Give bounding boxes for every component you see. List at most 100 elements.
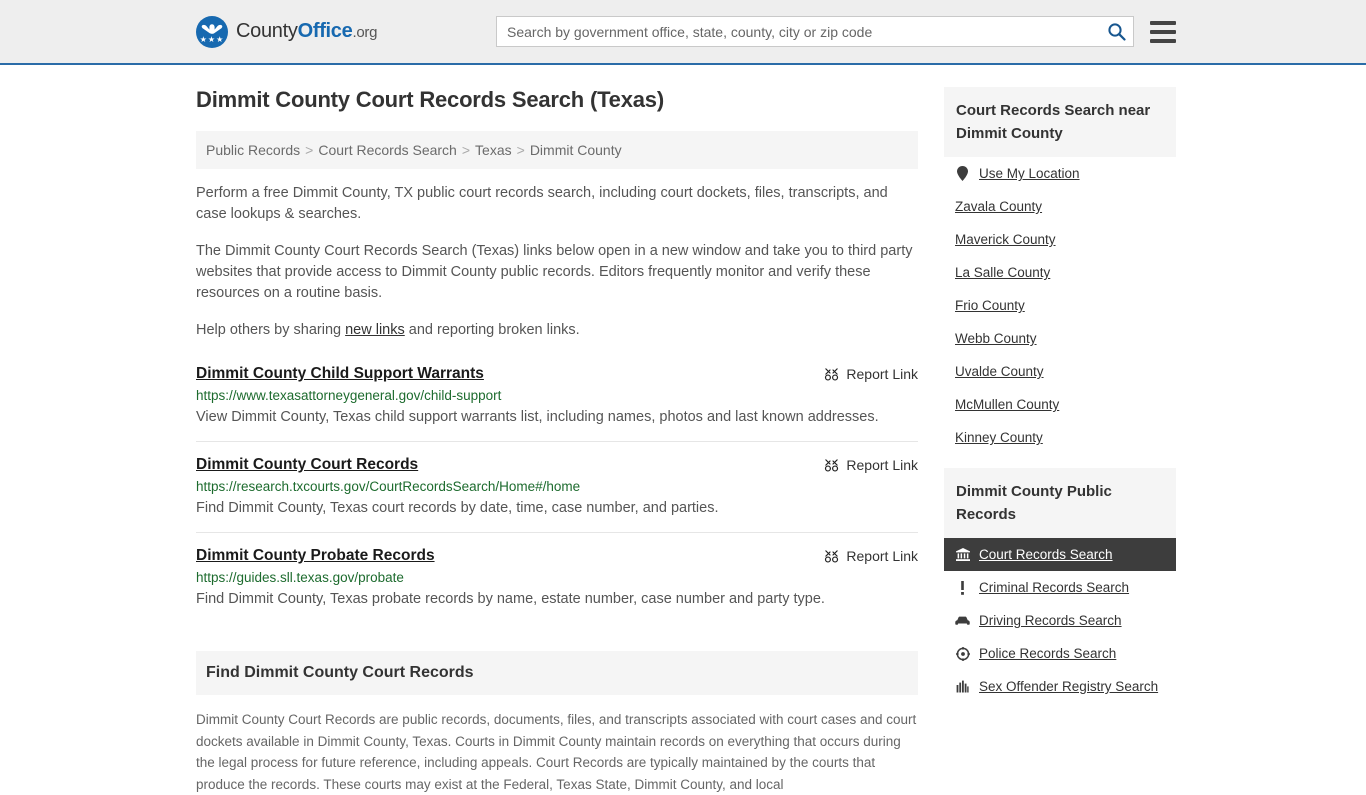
nearby-panel: Court Records Search near Dimmit County … [944, 87, 1176, 454]
broken-link-icon [825, 367, 839, 381]
result-header: Dimmit County Child Support Warrants Rep… [196, 365, 918, 383]
sidebar-item-label[interactable]: Use My Location [979, 166, 1080, 181]
sidebar: Court Records Search near Dimmit County … [944, 87, 1176, 795]
search-button[interactable] [1099, 17, 1133, 46]
sidebar-item-use-my-location[interactable]: Use My Location [944, 157, 1176, 190]
sidebar-item-label[interactable]: Maverick County [955, 232, 1056, 247]
search-input[interactable] [497, 17, 1099, 46]
sidebar-item-label[interactable]: La Salle County [955, 265, 1050, 280]
result-title-link[interactable]: Dimmit County Probate Records [196, 547, 435, 565]
result-title-link[interactable]: Dimmit County Court Records [196, 456, 418, 474]
breadcrumb-separator-2: > [516, 142, 525, 158]
sidebar-item-frio-county[interactable]: Frio County [944, 289, 1176, 322]
sidebar-item-label[interactable]: Kinney County [955, 430, 1043, 445]
result-item: Dimmit County Court Records Report Link … [196, 441, 918, 532]
result-url: https://research.txcourts.gov/CourtRecor… [196, 479, 581, 494]
logo-word-county: County [236, 20, 298, 42]
sidebar-item-label[interactable]: Uvalde County [955, 364, 1044, 379]
logo-wordmark: CountyOffice.org [236, 20, 377, 43]
breadcrumb-separator-0: > [305, 142, 314, 158]
sidebar-item-court-records-search[interactable]: Court Records Search [944, 538, 1176, 571]
sidebar-item-la-salle-county[interactable]: La Salle County [944, 256, 1176, 289]
main-content: Dimmit County Court Records Search (Texa… [196, 87, 918, 795]
intro-text: Perform a free Dimmit County, TX public … [196, 183, 918, 341]
hamburger-bar-2 [1150, 29, 1176, 34]
result-url: https://guides.sll.texas.gov/probate [196, 570, 404, 585]
public-records-panel: Dimmit County Public Records Court Recor… [944, 468, 1176, 703]
page-title: Dimmit County Court Records Search (Texa… [196, 87, 664, 112]
car-icon [955, 613, 970, 628]
nearby-county-list: Use My Location Zavala County Maverick C… [944, 157, 1176, 454]
stars-glyph: ★★★ [199, 34, 225, 44]
logo-suffix: .org [352, 24, 378, 41]
intro-p3-before: Help others by sharing [196, 322, 346, 338]
report-link-button[interactable]: Report Link [824, 547, 918, 564]
sidebar-item-label[interactable]: Webb County [955, 331, 1037, 346]
site-header: ★★★ CountyOffice.org [0, 0, 1366, 65]
intro-paragraph-3: Help others by sharing new links and rep… [196, 320, 918, 341]
breadcrumb-separator-1: > [461, 142, 471, 158]
courthouse-icon [955, 547, 970, 562]
public-records-panel-heading: Dimmit County Public Records [944, 468, 1176, 538]
eagle-glyph [201, 23, 223, 34]
sidebar-item-sex-offender-registry-search[interactable]: Sex Offender Registry Search [944, 670, 1176, 703]
result-header: Dimmit County Court Records Report Link [196, 456, 918, 474]
hamburger-menu-icon[interactable] [1150, 20, 1176, 43]
search-bar[interactable] [496, 16, 1134, 47]
sidebar-item-maverick-county[interactable]: Maverick County [944, 223, 1176, 256]
sidebar-item-label[interactable]: Zavala County [955, 199, 1042, 214]
hamburger-bar-3 [1150, 38, 1176, 43]
result-item: Dimmit County Child Support Warrants Rep… [196, 357, 918, 441]
sidebar-item-zavala-county[interactable]: Zavala County [944, 190, 1176, 223]
report-link-label: Report Link [846, 366, 918, 382]
logo-word-office: Office [297, 20, 353, 42]
sidebar-item-label[interactable]: Sex Offender Registry Search [979, 679, 1158, 694]
sidebar-item-label[interactable]: Court Records Search [979, 547, 1113, 562]
result-description: Find Dimmit County, Texas court records … [196, 500, 719, 516]
sidebar-item-police-records-search[interactable]: Police Records Search [944, 637, 1176, 670]
sidebar-item-driving-records-search[interactable]: Driving Records Search [944, 604, 1176, 637]
result-title-link[interactable]: Dimmit County Child Support Warrants [196, 365, 484, 383]
page-container: Dimmit County Court Records Search (Texa… [0, 65, 1366, 795]
report-link-button[interactable]: Report Link [824, 365, 918, 382]
police-badge-icon [955, 646, 970, 661]
result-url: https://www.texasattorneygeneral.gov/chi… [196, 388, 502, 403]
site-logo[interactable]: ★★★ CountyOffice.org [196, 15, 377, 48]
breadcrumb-item-0[interactable]: Public Records [206, 142, 300, 158]
sidebar-item-webb-county[interactable]: Webb County [944, 322, 1176, 355]
sidebar-item-label[interactable]: Police Records Search [979, 646, 1116, 661]
sidebar-item-kinney-county[interactable]: Kinney County [944, 421, 1176, 454]
report-link-button[interactable]: Report Link [824, 456, 918, 473]
fingerprint-icon [955, 679, 970, 694]
sidebar-item-label[interactable]: Frio County [955, 298, 1025, 313]
new-links-link[interactable]: new links [345, 322, 405, 338]
sidebar-item-criminal-records-search[interactable]: Criminal Records Search [944, 571, 1176, 604]
result-header: Dimmit County Probate Records Report Lin… [196, 547, 918, 565]
sidebar-item-label[interactable]: McMullen County [955, 397, 1059, 412]
sidebar-item-label[interactable]: Driving Records Search [979, 613, 1122, 628]
search-icon [1107, 23, 1126, 41]
breadcrumb-item-1[interactable]: Court Records Search [318, 142, 457, 158]
section-heading: Find Dimmit County Court Records [196, 651, 918, 695]
report-link-label: Report Link [846, 548, 918, 564]
sidebar-item-uvalde-county[interactable]: Uvalde County [944, 355, 1176, 388]
section-body: Dimmit County Court Records are public r… [196, 709, 918, 795]
breadcrumb: Public Records > Court Records Search > Texa… [196, 131, 918, 169]
result-description: View Dimmit County, Texas child support … [196, 409, 879, 425]
result-item: Dimmit County Probate Records Report Lin… [196, 532, 918, 623]
nearby-panel-heading: Court Records Search near Dimmit County [944, 87, 1176, 157]
sidebar-item-mcmullen-county[interactable]: McMullen County [944, 388, 1176, 421]
hamburger-bar-1 [1150, 20, 1176, 25]
public-records-list: Court Records Search Criminal Records Se… [944, 538, 1176, 703]
intro-paragraph-1: Perform a free Dimmit County, TX public … [196, 185, 888, 222]
broken-link-icon [825, 458, 839, 472]
result-list: Dimmit County Child Support Warrants Rep… [196, 357, 918, 623]
sidebar-item-label[interactable]: Criminal Records Search [979, 580, 1129, 595]
breadcrumb-item-3[interactable]: Dimmit County [530, 142, 622, 158]
report-link-label: Report Link [846, 457, 918, 473]
content-columns: Dimmit County Court Records Search (Texa… [196, 65, 1176, 795]
breadcrumb-item-2[interactable]: Texas [475, 142, 512, 158]
result-description: Find Dimmit County, Texas probate record… [196, 591, 825, 607]
exclamation-icon [955, 580, 970, 595]
map-pin-icon [955, 166, 970, 181]
